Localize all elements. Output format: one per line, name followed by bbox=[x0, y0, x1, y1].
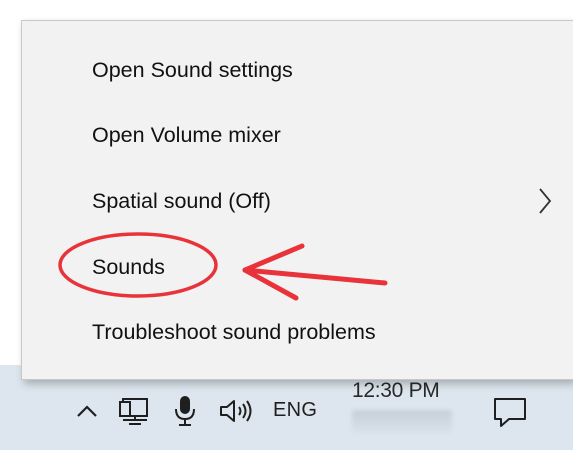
clock-time[interactable]: 12:30 PM bbox=[352, 379, 440, 403]
sound-context-menu: Open Sound settings Open Volume mixer Sp… bbox=[21, 20, 573, 380]
menu-item-label: Sounds bbox=[92, 254, 165, 279]
microphone-icon[interactable] bbox=[172, 393, 198, 429]
language-indicator[interactable]: ENG bbox=[273, 399, 317, 422]
menu-item-label: Spatial sound (Off) bbox=[92, 188, 271, 213]
menu-item-label: Open Volume mixer bbox=[92, 122, 281, 147]
menu-item-label: Troubleshoot sound problems bbox=[92, 319, 376, 344]
chevron-right-icon bbox=[538, 187, 552, 220]
menu-item-sounds[interactable]: Sounds bbox=[22, 235, 573, 299]
chevron-up-icon[interactable] bbox=[74, 398, 100, 424]
menu-item-open-sound-settings[interactable]: Open Sound settings bbox=[22, 38, 573, 102]
clock-date-blurred bbox=[352, 410, 452, 434]
network-icon[interactable] bbox=[118, 395, 154, 427]
action-center-icon[interactable] bbox=[490, 395, 530, 429]
menu-item-troubleshoot-sound-problems[interactable]: Troubleshoot sound problems bbox=[22, 300, 573, 364]
menu-item-open-volume-mixer[interactable]: Open Volume mixer bbox=[22, 103, 573, 167]
menu-item-label: Open Sound settings bbox=[92, 57, 293, 82]
volume-icon[interactable] bbox=[217, 396, 257, 426]
menu-item-spatial-sound[interactable]: Spatial sound (Off) bbox=[22, 169, 573, 233]
